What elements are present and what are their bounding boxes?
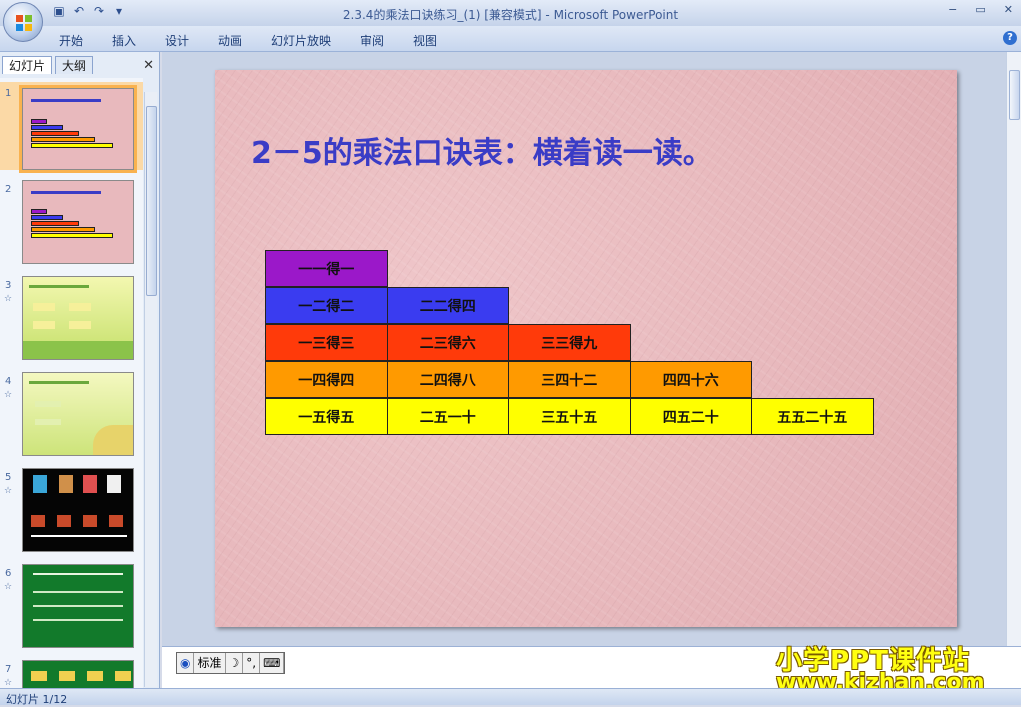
table-cell: 三五十五 (508, 398, 631, 435)
animation-star-icon: ☆ (4, 582, 13, 592)
panel-scrollbar[interactable] (144, 92, 157, 687)
animation-star-icon: ☆ (4, 390, 13, 400)
table-cell: 二三得六 (386, 324, 509, 361)
tab-design[interactable]: 设计 (165, 32, 189, 49)
punctuation-icon[interactable]: °, (243, 653, 261, 673)
ribbon-tabs: 开始 插入 设计 动画 幻灯片放映 审阅 视图 (0, 26, 1021, 52)
thumbnail-slide-5[interactable] (22, 468, 134, 552)
slide-title[interactable]: 2－5的乘法口诀表：横着读一读。 (251, 128, 713, 172)
thumbnail-list: 1 2 3 ☆ 4 ☆ 5 ☆ 6 ☆ 7 ☆ (0, 78, 143, 688)
thumbnail-row[interactable]: 7 ☆ (0, 658, 143, 688)
minimize-button[interactable]: − (948, 3, 957, 16)
close-panel-icon[interactable]: ✕ (143, 58, 154, 73)
thumbnail-number: 3 (5, 280, 12, 291)
slides-panel: 幻灯片 大纲 ✕ 1 2 3 ☆ 4 ☆ 5 ☆ 6 ☆ 7 ☆ (0, 52, 160, 688)
animation-star-icon: ☆ (4, 486, 13, 496)
table-cell: 三四十二 (508, 361, 631, 398)
thumbnail-number: 4 (5, 376, 12, 387)
thumbnail-slide-4[interactable] (22, 372, 134, 456)
thumbnail-slide-6[interactable] (22, 564, 134, 648)
thumbnail-slide-2[interactable] (22, 180, 134, 264)
table-cell: 一三得三 (265, 324, 388, 361)
thumbnail-row[interactable]: 5 ☆ (0, 466, 143, 556)
moon-icon[interactable]: ☽ (226, 653, 244, 673)
table-cell: 一一得一 (265, 250, 388, 287)
title-bar: ▣ ↶ ↷ ▾ 2.3.4的乘法口诀练习_(1) [兼容模式] - Micros… (0, 0, 1021, 26)
ime-toolbar[interactable]: ◉ 标准 ☽ °, ⌨ (176, 652, 286, 674)
editor-scrollbar[interactable] (1006, 52, 1021, 646)
tab-outline[interactable]: 大纲 (55, 56, 94, 74)
slide[interactable]: 2－5的乘法口诀表：横着读一读。 一一得一 一二得二 二二得四 一三得三 二三得六 三三得… (215, 70, 957, 627)
tab-home[interactable]: 开始 (59, 32, 83, 49)
thumbnail-number: 2 (5, 184, 12, 195)
thumbnail-number: 6 (5, 568, 12, 579)
animation-star-icon: ☆ (4, 294, 13, 304)
table-cell: 二二得四 (386, 287, 509, 324)
table-cell: 五五二十五 (751, 398, 874, 435)
thumbnail-row[interactable]: 1 (0, 82, 143, 173)
table-cell: 四五二十 (629, 398, 752, 435)
status-bar: 幻灯片 1/12 (0, 688, 1021, 706)
keyboard-icon[interactable]: ⌨ (260, 653, 285, 673)
table-cell: 一五得五 (265, 398, 388, 435)
ime-mode[interactable]: 标准 (194, 653, 226, 673)
table-cell: 三三得九 (508, 324, 631, 361)
office-logo-icon (16, 15, 32, 31)
thumbnail-row[interactable]: 2 (0, 178, 143, 268)
tab-slideshow[interactable]: 幻灯片放映 (271, 32, 331, 49)
scroll-thumb[interactable] (1009, 70, 1020, 120)
close-button[interactable]: ✕ (1004, 3, 1013, 16)
window-controls: − ▭ ✕ (948, 3, 1013, 16)
thumbnail-row[interactable]: 3 ☆ (0, 274, 143, 364)
table-cell: 二四得八 (386, 361, 509, 398)
animation-star-icon: ☆ (4, 678, 13, 688)
help-icon[interactable]: ? (1003, 31, 1017, 45)
tab-insert[interactable]: 插入 (112, 32, 136, 49)
table-cell: 二五一十 (386, 398, 509, 435)
thumbnail-number: 7 (5, 664, 12, 675)
slide-canvas-area: 2－5的乘法口诀表：横着读一读。 一一得一 一二得二 二二得四 一三得三 二三得六 三三得… (162, 52, 1006, 646)
office-button[interactable] (3, 2, 43, 42)
thumbnail-number: 1 (5, 88, 12, 99)
tab-review[interactable]: 审阅 (360, 32, 384, 49)
table-cell: 一二得二 (265, 287, 388, 324)
table-cell: 一四得四 (265, 361, 388, 398)
window-title: 2.3.4的乘法口诀练习_(1) [兼容模式] - Microsoft Powe… (342, 8, 679, 22)
restore-button[interactable]: ▭ (975, 3, 985, 16)
table-cell: 四四十六 (629, 361, 752, 398)
tab-view[interactable]: 视图 (413, 32, 437, 49)
thumbnail-row[interactable]: 6 ☆ (0, 562, 143, 652)
ime-logo-icon[interactable]: ◉ (177, 653, 195, 673)
tab-slides[interactable]: 幻灯片 (2, 56, 53, 74)
tab-animations[interactable]: 动画 (218, 32, 242, 49)
thumbnail-row[interactable]: 4 ☆ (0, 370, 143, 460)
thumbnail-slide-3[interactable] (22, 276, 134, 360)
thumbnail-slide-7[interactable] (22, 660, 134, 688)
thumbnail-slide-1[interactable] (19, 85, 137, 173)
scroll-thumb[interactable] (146, 106, 157, 296)
thumbnail-number: 5 (5, 472, 12, 483)
panel-tabs: 幻灯片 大纲 ✕ (0, 54, 160, 74)
